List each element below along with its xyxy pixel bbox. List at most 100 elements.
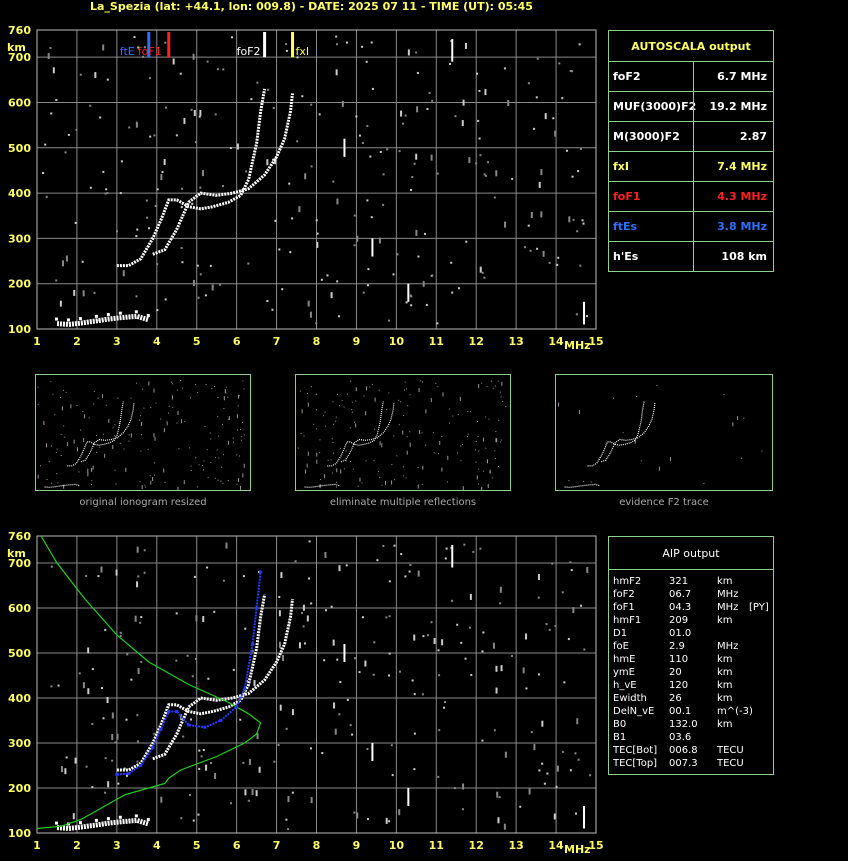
noise-speck <box>577 170 580 173</box>
noise-speck <box>298 206 301 213</box>
es-trace <box>56 313 150 328</box>
noise-speck <box>369 155 372 158</box>
noise-speck <box>449 62 452 65</box>
noise-speck <box>533 127 536 130</box>
aip-name: B1 <box>613 732 627 743</box>
noise-speck <box>443 701 446 704</box>
noise-speck <box>522 667 525 674</box>
noise-speck <box>321 752 324 755</box>
noise-speck <box>519 805 522 808</box>
noise-speck <box>548 628 551 631</box>
x-tick-label: 7 <box>273 335 281 348</box>
noise-speck <box>74 757 77 764</box>
noise-speck <box>540 211 543 218</box>
aip-value: 20 <box>669 667 682 678</box>
noise-speck <box>231 36 234 39</box>
noise-speck <box>410 188 413 191</box>
aip-name: D1 <box>613 628 628 639</box>
x-tick-label: 12 <box>469 839 484 852</box>
noise-speck <box>274 219 277 222</box>
autoscala-value: 3.8 MHz <box>717 220 767 233</box>
noise-speck <box>478 89 481 92</box>
noise-speck <box>72 813 75 820</box>
noise-speck <box>353 811 356 814</box>
noise-speck <box>413 634 416 641</box>
autoscala-header: AUTOSCALA output <box>631 40 751 53</box>
noise-speck <box>310 103 313 106</box>
noise-speck <box>307 300 310 307</box>
noise-speck <box>242 575 245 578</box>
noise-speck <box>441 639 444 646</box>
noise-speck <box>407 49 410 56</box>
noise-speck <box>57 684 60 687</box>
noise-speck <box>232 668 235 671</box>
noise-speck <box>373 641 376 644</box>
noise-speck <box>497 817 500 824</box>
noise-speck <box>431 274 434 277</box>
noise-speck <box>156 188 159 191</box>
noise-speck <box>61 260 64 267</box>
noise-speck <box>450 261 453 264</box>
noise-speck <box>336 658 339 661</box>
noise-speck <box>356 235 359 242</box>
aip-unit: MHz <box>717 641 739 652</box>
noise-speck <box>510 654 513 657</box>
noise-speck <box>536 247 539 250</box>
es-point <box>134 814 138 818</box>
aip-row: Ewidth 26 km <box>613 692 773 705</box>
noise-speck <box>571 175 574 178</box>
autoscala-label: MUF(3000)F2 <box>613 100 697 113</box>
noise-speck <box>160 174 163 181</box>
es-point <box>78 821 82 825</box>
noise-speck <box>335 35 338 38</box>
noise-speck <box>371 87 374 90</box>
autoscala-row: foF2 6.7 MHz <box>609 61 773 91</box>
es-point <box>94 314 98 318</box>
autoscala-panel: AUTOSCALA output foF2 6.7 MHz MUF(3000)F2 1… <box>608 30 774 272</box>
aip-name: foF2 <box>613 589 635 600</box>
noise-speck <box>278 595 281 598</box>
noise-speck <box>302 625 305 628</box>
noise-speck <box>89 186 92 189</box>
noise-speck <box>301 95 304 98</box>
noise-speck <box>495 687 498 694</box>
noise-speck <box>146 216 149 219</box>
noise-speck <box>106 697 109 704</box>
noise-speck <box>222 185 225 188</box>
noise-speck <box>225 542 228 549</box>
noise-speck <box>101 687 104 690</box>
noise-speck <box>81 260 84 263</box>
noise-speck <box>85 765 88 768</box>
noise-speck <box>60 766 63 773</box>
aip-unit: m^(-3) <box>717 706 753 717</box>
noise-speck <box>582 222 585 225</box>
fof2-marker-label: foF2 <box>237 45 261 58</box>
noise-speck <box>107 781 110 788</box>
aip-unit: MHz <box>717 589 739 600</box>
noise-speck <box>214 772 217 779</box>
noise-speck <box>428 91 431 94</box>
noise-speck <box>370 216 373 219</box>
y-tick-label: 400 <box>8 692 31 705</box>
autoscala-label: fxI <box>613 160 629 173</box>
noise-speck <box>511 177 514 180</box>
noise-speck <box>533 744 536 751</box>
y-tick-label: 500 <box>8 142 31 155</box>
noise-speck <box>175 659 178 662</box>
y-tick-label: 200 <box>8 782 31 795</box>
noise-speck <box>114 741 117 744</box>
noise-speck <box>136 760 139 763</box>
noise-speck <box>415 229 418 236</box>
noise-speck <box>156 263 159 266</box>
aip-name: hmF1 <box>613 615 642 626</box>
noise-speck <box>104 757 107 760</box>
aip-row: foF2 06.7 MHz <box>613 588 773 601</box>
autoscala-value: 4.3 MHz <box>717 190 767 203</box>
noise-speck <box>405 301 408 304</box>
noise-speck <box>537 596 540 599</box>
noise-speck <box>335 69 338 76</box>
noise-speck <box>366 284 369 287</box>
noise-speck <box>128 126 131 129</box>
es-point <box>78 317 82 321</box>
ftes-marker-label: ftE <box>120 45 135 58</box>
